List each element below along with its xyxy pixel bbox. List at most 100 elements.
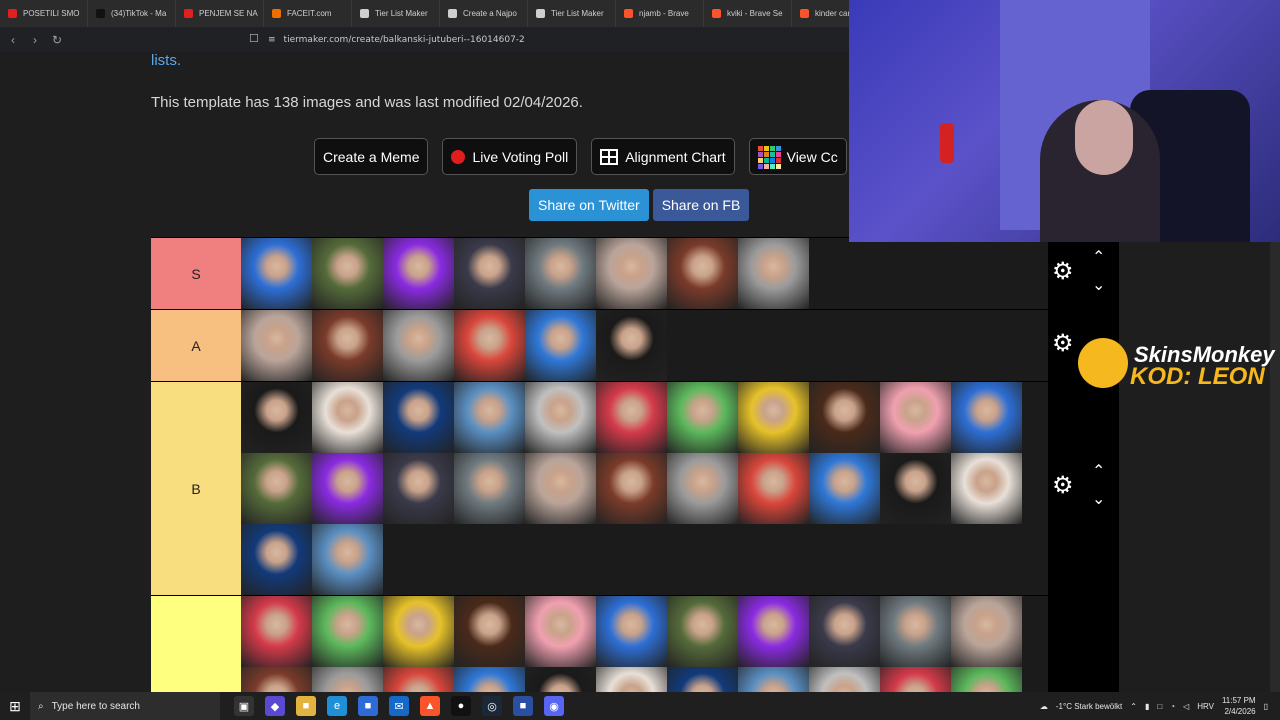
tier-item-thumbnail[interactable] bbox=[596, 382, 667, 453]
page-scrollbar[interactable] bbox=[1270, 188, 1280, 693]
bookmark-icon[interactable]: ☐ bbox=[249, 32, 259, 45]
tier-item-thumbnail[interactable] bbox=[383, 453, 454, 524]
tier-item-thumbnail[interactable] bbox=[312, 238, 383, 309]
tier-item-thumbnail[interactable] bbox=[809, 453, 880, 524]
volume-icon[interactable]: ◁ bbox=[1183, 702, 1189, 711]
lists-link[interactable]: lists. bbox=[151, 52, 181, 69]
tier-item-thumbnail[interactable] bbox=[312, 453, 383, 524]
site-info-icon[interactable]: ≡ bbox=[268, 35, 276, 45]
tier-item-thumbnail[interactable] bbox=[596, 596, 667, 667]
notification-icon[interactable]: ▯ bbox=[1264, 702, 1268, 711]
weather-text[interactable]: -1°C Stark bewölkt bbox=[1056, 702, 1122, 711]
browser-tab[interactable]: kviki - Brave Se bbox=[704, 0, 792, 27]
tier-settings-gear-icon[interactable]: ⚙ bbox=[1052, 474, 1076, 498]
tier-settings-gear-icon[interactable]: ⚙ bbox=[1052, 332, 1076, 356]
clock[interactable]: 11:57 PM 2/4/2026 bbox=[1222, 695, 1256, 717]
tier-item-thumbnail[interactable] bbox=[951, 596, 1022, 667]
tier-item-thumbnail[interactable] bbox=[951, 453, 1022, 524]
browser-tab[interactable]: Tier List Maker bbox=[352, 0, 440, 27]
tier-item-thumbnail[interactable] bbox=[241, 310, 312, 381]
edge-icon[interactable]: e bbox=[327, 696, 347, 716]
browser-tab[interactable]: Create a Najpo bbox=[440, 0, 528, 27]
tier-item-thumbnail[interactable] bbox=[241, 667, 312, 692]
chevron-up-icon[interactable]: ⌃ bbox=[1130, 702, 1137, 711]
weather-icon[interactable]: ☁ bbox=[1040, 702, 1048, 711]
tier-item-thumbnail[interactable] bbox=[312, 596, 383, 667]
tier-label[interactable] bbox=[151, 596, 241, 692]
obs-icon[interactable]: ● bbox=[451, 696, 471, 716]
tier-item-thumbnail[interactable] bbox=[738, 667, 809, 692]
steam-icon[interactable]: ◎ bbox=[482, 696, 502, 716]
tier-item-thumbnail[interactable] bbox=[454, 382, 525, 453]
tier-move-up-icon[interactable]: ⌃ bbox=[1092, 250, 1105, 266]
address-bar[interactable]: ≡ tiermaker.com/create/balkanski-jutuber… bbox=[268, 31, 525, 49]
tier-settings-gear-icon[interactable]: ⚙ bbox=[1052, 260, 1076, 284]
tier-item-thumbnail[interactable] bbox=[525, 238, 596, 309]
browser-tab[interactable]: PENJEM SE NA bbox=[176, 0, 264, 27]
store-icon[interactable]: ■ bbox=[358, 696, 378, 716]
discord-icon[interactable]: ◉ bbox=[544, 696, 564, 716]
tier-item-thumbnail[interactable] bbox=[525, 667, 596, 692]
browser-tab[interactable]: POSETILI SMO bbox=[0, 0, 88, 27]
tier-item-thumbnail[interactable] bbox=[880, 667, 951, 692]
tier-item-thumbnail[interactable] bbox=[312, 667, 383, 692]
tier-item-thumbnail[interactable] bbox=[809, 667, 880, 692]
tier-move-down-icon[interactable]: ⌄ bbox=[1092, 492, 1105, 508]
tier-item-thumbnail[interactable] bbox=[667, 596, 738, 667]
tier-move-down-icon[interactable]: ⌄ bbox=[1092, 278, 1105, 294]
file-explorer-icon[interactable]: ■ bbox=[296, 696, 316, 716]
tier-item-thumbnail[interactable] bbox=[880, 382, 951, 453]
tier-item-thumbnail[interactable] bbox=[809, 596, 880, 667]
browser-tab[interactable]: njamb - Brave bbox=[616, 0, 704, 27]
tier-item-thumbnail[interactable] bbox=[383, 310, 454, 381]
tier-item-thumbnail[interactable] bbox=[667, 238, 738, 309]
tier-item-thumbnail[interactable] bbox=[454, 310, 525, 381]
tier-item-thumbnail[interactable] bbox=[241, 382, 312, 453]
tier-item-thumbnail[interactable] bbox=[738, 382, 809, 453]
mail-icon[interactable]: ✉ bbox=[389, 696, 409, 716]
tier-item-thumbnail[interactable] bbox=[951, 382, 1022, 453]
reload-icon[interactable]: ↻ bbox=[48, 31, 66, 49]
tier-item-thumbnail[interactable] bbox=[951, 667, 1022, 692]
tier-item-thumbnail[interactable] bbox=[596, 238, 667, 309]
tier-label[interactable]: A bbox=[151, 310, 241, 381]
windows-start-icon[interactable]: ⊞ bbox=[0, 692, 30, 720]
app-icon[interactable]: ■ bbox=[513, 696, 533, 716]
tier-label[interactable]: B bbox=[151, 382, 241, 595]
tier-item-thumbnail[interactable] bbox=[454, 453, 525, 524]
tier-item-thumbnail[interactable] bbox=[809, 382, 880, 453]
tier-item-thumbnail[interactable] bbox=[596, 667, 667, 692]
tier-item-thumbnail[interactable] bbox=[596, 453, 667, 524]
tier-item-thumbnail[interactable] bbox=[312, 524, 383, 595]
share-twitter-button[interactable]: Share on Twitter bbox=[529, 189, 649, 221]
network-icon[interactable]: □ bbox=[1157, 702, 1162, 711]
tier-item-thumbnail[interactable] bbox=[738, 596, 809, 667]
tier-item-thumbnail[interactable] bbox=[383, 382, 454, 453]
copilot-icon[interactable]: ◆ bbox=[265, 696, 285, 716]
tier-item-thumbnail[interactable] bbox=[738, 453, 809, 524]
tier-item-thumbnail[interactable] bbox=[525, 596, 596, 667]
tier-item-thumbnail[interactable] bbox=[454, 667, 525, 692]
tier-item-thumbnail[interactable] bbox=[454, 596, 525, 667]
browser-tab[interactable]: FACEIT.com bbox=[264, 0, 352, 27]
tier-item-thumbnail[interactable] bbox=[738, 238, 809, 309]
tier-items[interactable] bbox=[241, 382, 1048, 595]
taskbar-search[interactable]: ⌕ Type here to search bbox=[30, 692, 220, 720]
tier-item-thumbnail[interactable] bbox=[383, 667, 454, 692]
tier-label[interactable]: S bbox=[151, 238, 241, 309]
tier-item-thumbnail[interactable] bbox=[312, 310, 383, 381]
share-fb-button[interactable]: Share on FB bbox=[652, 189, 750, 221]
alignment-chart-button[interactable]: Alignment Chart bbox=[591, 138, 735, 175]
tier-item-thumbnail[interactable] bbox=[312, 382, 383, 453]
tier-item-thumbnail[interactable] bbox=[596, 310, 667, 381]
wifi-icon[interactable]: ◔ bbox=[1170, 702, 1175, 711]
live-voting-poll-button[interactable]: Live Voting Poll bbox=[442, 138, 578, 175]
tier-item-thumbnail[interactable] bbox=[880, 453, 951, 524]
tier-item-thumbnail[interactable] bbox=[525, 310, 596, 381]
tier-items[interactable] bbox=[241, 596, 1048, 692]
tier-item-thumbnail[interactable] bbox=[525, 382, 596, 453]
browser-tab[interactable]: (34)TikTok - Ma bbox=[88, 0, 176, 27]
language-indicator[interactable]: HRV bbox=[1197, 702, 1214, 711]
view-button[interactable]: View Cc bbox=[748, 138, 847, 175]
mic-icon[interactable]: ▮ bbox=[1145, 702, 1149, 711]
